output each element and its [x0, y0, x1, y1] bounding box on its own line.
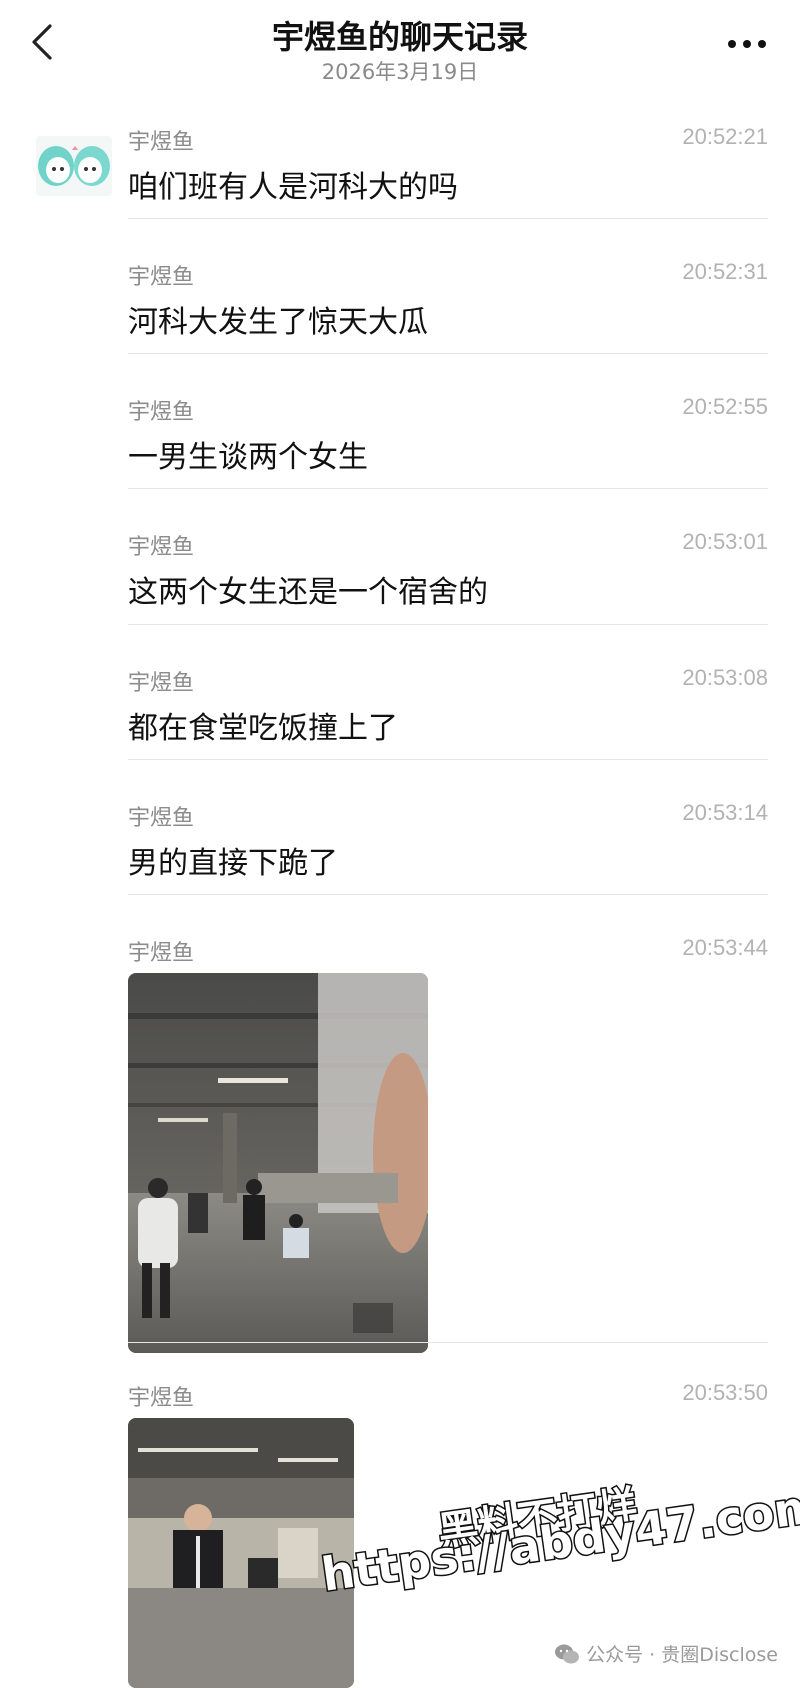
wechat-icon [555, 1644, 580, 1663]
message-photo-canteen[interactable] [128, 973, 428, 1353]
message-text: 男的直接下跪了 [128, 846, 338, 881]
message-item[interactable]: 宇煜鱼 20:53:44 [128, 935, 768, 1353]
message-sender: 宇煜鱼 [128, 265, 195, 290]
message-time: 20:53:08 [682, 665, 768, 690]
message-divider [128, 894, 768, 895]
message-item[interactable]: 宇煜鱼 20:53:01 这两个女生还是一个宿舍的 [128, 529, 768, 610]
message-divider [128, 759, 768, 760]
message-time: 20:53:01 [682, 529, 768, 554]
message-sender: 宇煜鱼 [128, 806, 195, 831]
message-divider [128, 488, 768, 489]
message-sender: 宇煜鱼 [128, 1386, 195, 1411]
message-sender: 宇煜鱼 [128, 941, 195, 966]
message-sender: 宇煜鱼 [128, 535, 195, 560]
message-time: 20:53:14 [682, 800, 768, 825]
avatar[interactable] [36, 136, 112, 196]
message-item[interactable]: 宇煜鱼 20:53:14 男的直接下跪了 [128, 800, 768, 881]
message-sender: 宇煜鱼 [128, 400, 195, 425]
message-text: 一男生谈两个女生 [128, 440, 368, 475]
message-time: 20:52:31 [682, 259, 768, 284]
message-text: 都在食堂吃饭撞上了 [128, 711, 398, 746]
chat-history-header: 宇煜鱼的聊天记录 2026年3月19日 [0, 0, 800, 104]
message-sender: 宇煜鱼 [128, 671, 195, 696]
message-divider [128, 1342, 768, 1343]
watermark-source: 公众号 · 贵圈Disclose [554, 1640, 778, 1667]
message-item[interactable]: 宇煜鱼 20:52:21 咱们班有人是河科大的吗 [128, 124, 768, 205]
more-button[interactable] [724, 24, 770, 64]
watermark-source-text: 公众号 · 贵圈Disclose [586, 1644, 778, 1666]
message-item[interactable]: 宇煜鱼 20:52:31 河科大发生了惊天大瓜 [128, 259, 768, 340]
avatar-cartoon-image [36, 136, 112, 196]
message-divider [128, 624, 768, 625]
message-item[interactable]: 宇煜鱼 20:53:08 都在食堂吃饭撞上了 [128, 665, 768, 746]
message-text: 咱们班有人是河科大的吗 [128, 170, 458, 205]
message-time: 20:53:44 [682, 935, 768, 960]
message-divider [128, 353, 768, 354]
page-date: 2026年3月19日 [321, 60, 479, 84]
message-text: 这两个女生还是一个宿舍的 [128, 575, 488, 610]
message-time: 20:52:21 [682, 124, 768, 149]
page-title: 宇煜鱼的聊天记录 [271, 18, 528, 56]
message-item[interactable]: 宇煜鱼 20:52:55 一男生谈两个女生 [128, 394, 768, 475]
message-time: 20:52:55 [682, 394, 768, 419]
message-text: 河科大发生了惊天大瓜 [128, 305, 428, 340]
more-dots-icon [728, 40, 766, 48]
message-sender: 宇煜鱼 [128, 130, 195, 155]
message-time: 20:53:50 [682, 1380, 768, 1405]
message-divider [128, 218, 768, 219]
